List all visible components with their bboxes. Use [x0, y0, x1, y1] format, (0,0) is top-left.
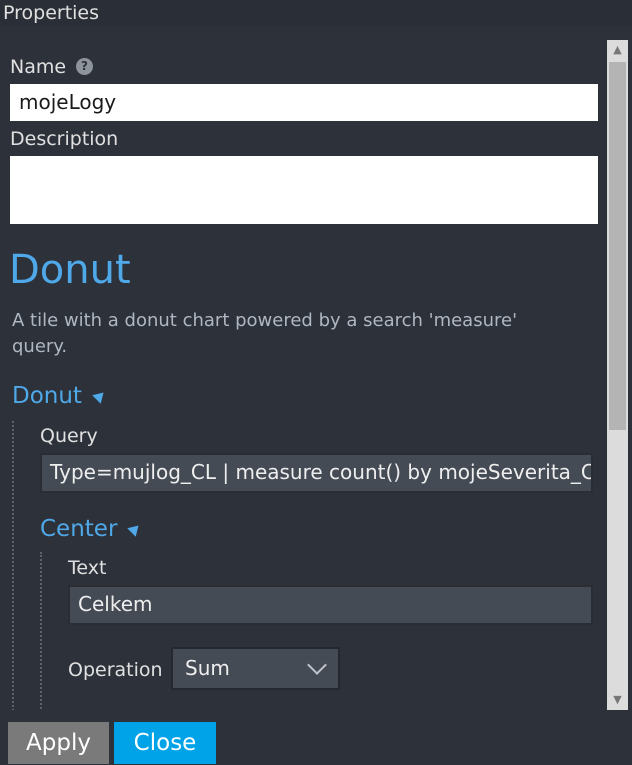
center-group-title: Center — [40, 516, 118, 542]
center-group-header[interactable]: Center — [40, 514, 144, 544]
donut-group-tree-line — [12, 421, 14, 710]
name-input[interactable]: mojeLogy — [10, 84, 598, 121]
help-icon[interactable]: ? — [76, 58, 93, 75]
name-label: Name — [10, 56, 67, 78]
section-description: A tile with a donut chart powered by a s… — [12, 310, 518, 357]
text-label: Text — [68, 557, 107, 579]
apply-button[interactable]: Apply — [8, 722, 109, 764]
description-input[interactable] — [10, 156, 598, 224]
chevron-down-icon — [307, 655, 327, 675]
collapse-triangle-icon — [92, 388, 108, 404]
collapse-triangle-icon — [127, 521, 144, 537]
properties-panel: Properties Name ? mojeLogy Description D… — [0, 0, 632, 765]
scroll-down-arrow-icon[interactable]: ▼ — [607, 690, 628, 710]
scroll-up-arrow-icon[interactable]: ▲ — [607, 40, 628, 60]
properties-content: Name ? mojeLogy Description Donut A tile… — [0, 40, 606, 710]
operation-label: Operation — [68, 659, 163, 681]
query-input[interactable]: Type=mujlog_CL | measure count() by moje… — [40, 453, 593, 493]
donut-group-title: Donut — [12, 383, 82, 409]
panel-title: Properties — [3, 2, 100, 24]
vertical-scrollbar[interactable]: ▲ ▼ — [607, 40, 628, 710]
scroll-thumb[interactable] — [609, 62, 626, 430]
operation-select-value: Sum — [185, 656, 230, 680]
center-group-tree-line — [40, 552, 42, 710]
close-button[interactable]: Close — [114, 722, 216, 764]
operation-select[interactable]: Sum — [171, 647, 340, 690]
panel-header: Properties — [0, 0, 632, 26]
section-title: Donut — [9, 247, 131, 293]
donut-group-header[interactable]: Donut — [12, 381, 108, 411]
description-label: Description — [10, 128, 119, 150]
query-label: Query — [40, 425, 98, 447]
center-text-input[interactable]: Celkem — [68, 585, 593, 625]
